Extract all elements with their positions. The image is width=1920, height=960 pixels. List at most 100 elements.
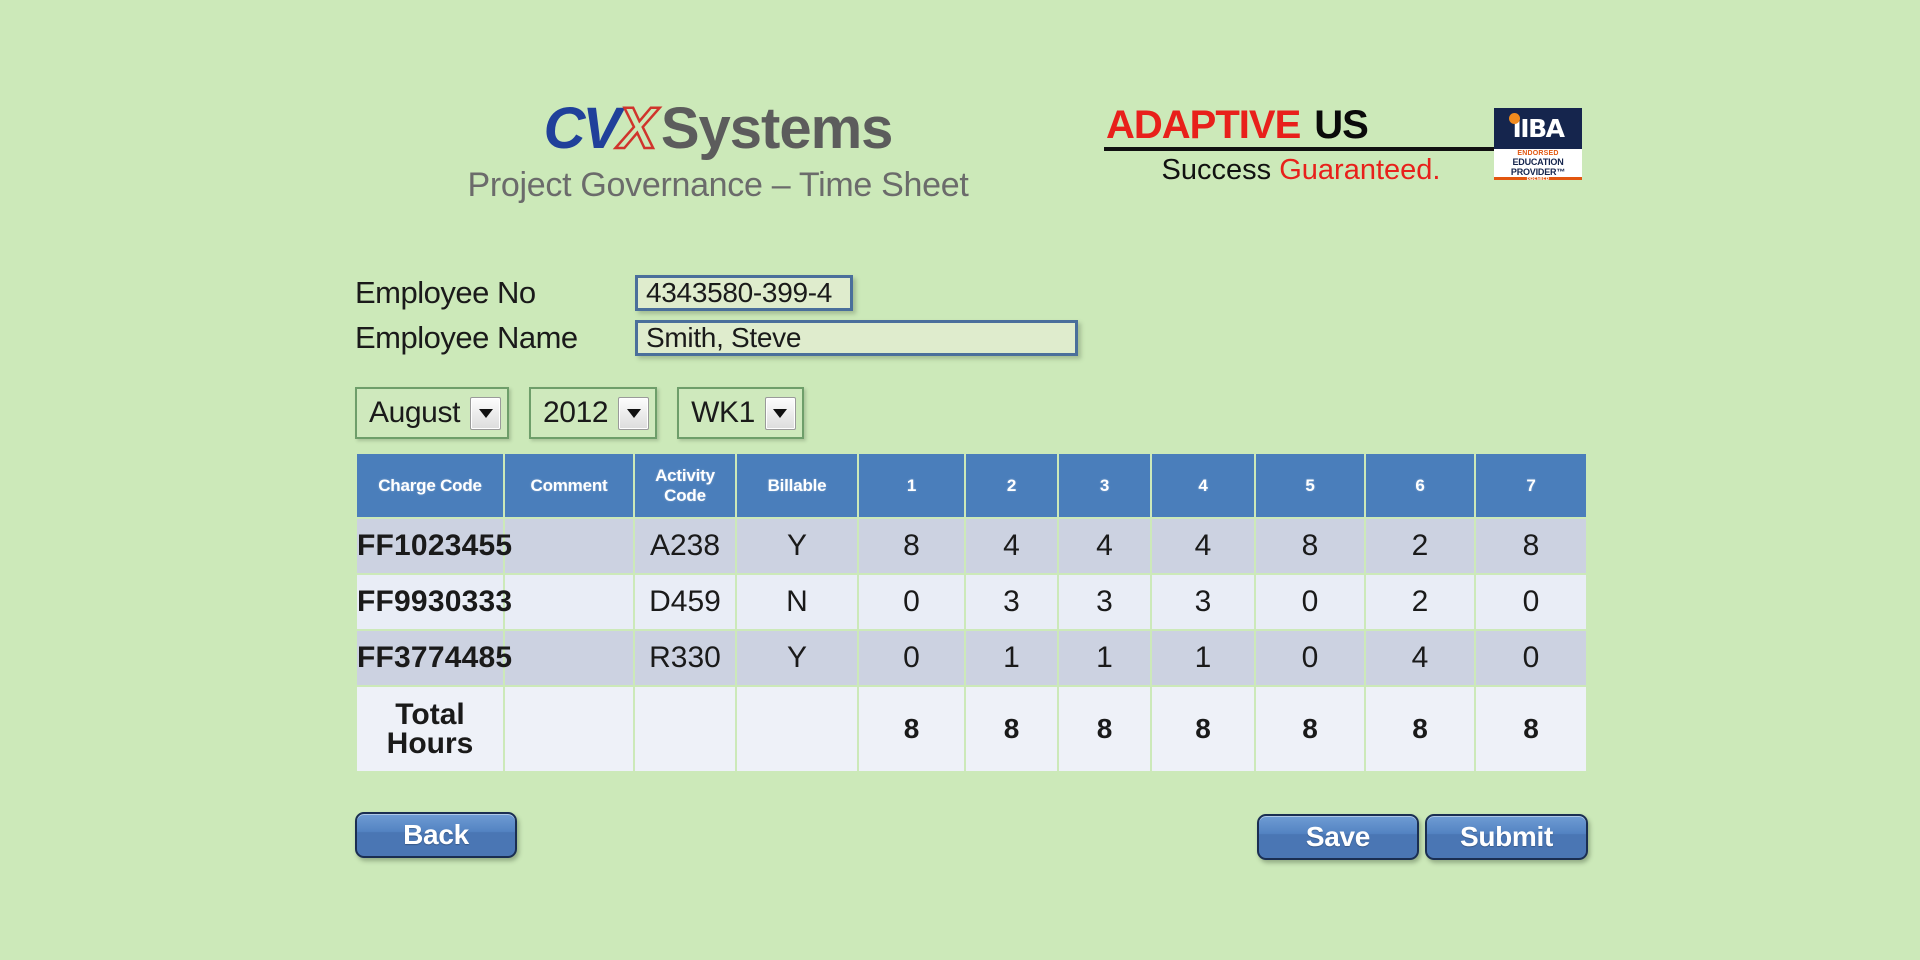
cell-day-6[interactable]: 2 (1366, 519, 1474, 573)
cell-comment[interactable] (505, 519, 633, 573)
back-button[interactable]: Back (355, 812, 517, 858)
total-label-line2: Hours (386, 727, 474, 760)
timesheet-table: Charge Code Comment Activity Code Billab… (355, 452, 1588, 773)
cell-charge-code[interactable]: FF1023455 (357, 519, 512, 573)
cell-day-1[interactable]: 0 (859, 575, 964, 629)
cvx-logo-cv: CV (543, 96, 622, 161)
header-day-4[interactable]: 4 (1152, 454, 1254, 517)
week-select[interactable]: WK1 (677, 387, 804, 439)
total-billable (737, 687, 857, 771)
header-activity-line1: Activity (655, 465, 715, 485)
total-day-4: 8 (1152, 687, 1254, 771)
iiba-provider-text: PROVIDER™ (1510, 166, 1566, 177)
adaptive-divider (1104, 147, 1502, 151)
period-selectors: August 2012 WK1 (355, 387, 804, 439)
week-select-value: WK1 (691, 396, 755, 429)
chevron-down-icon (773, 408, 788, 418)
cell-day-5[interactable]: 8 (1256, 519, 1364, 573)
cell-billable[interactable]: N (737, 575, 857, 629)
cell-billable[interactable]: Y (737, 519, 857, 573)
cell-day-5[interactable]: 0 (1256, 631, 1364, 685)
adaptive-us-logo: ADAPTIVE US Success Guaranteed. (1100, 105, 1520, 187)
header-day-7[interactable]: 7 (1476, 454, 1586, 517)
header-activity-line2: Code (664, 485, 706, 505)
total-day-7: 8 (1476, 687, 1586, 771)
tagline-guaranteed: Guaranteed. (1279, 154, 1441, 186)
cell-day-7[interactable]: 0 (1476, 631, 1586, 685)
cell-day-3[interactable]: 4 (1059, 519, 1150, 573)
cell-day-3[interactable]: 3 (1059, 575, 1150, 629)
cell-day-1[interactable]: 8 (859, 519, 964, 573)
header-billable[interactable]: Billable (737, 454, 857, 517)
employee-name-input[interactable]: Smith, Steve (635, 320, 1078, 356)
employee-no-row: Employee No 4343580-399-4 (355, 275, 853, 311)
cell-comment[interactable] (505, 631, 633, 685)
chevron-down-icon (478, 408, 493, 418)
page-subtitle: Project Governance – Time Sheet (467, 166, 969, 204)
cell-charge-code[interactable]: FF9930333 (357, 575, 512, 629)
header-day-3[interactable]: 3 (1059, 454, 1150, 517)
adaptive-word: ADAPTIVE (1106, 103, 1301, 147)
week-dropdown-button[interactable] (764, 396, 796, 430)
cell-activity-code[interactable]: R330 (635, 631, 735, 685)
header-comment[interactable]: Comment (505, 454, 633, 517)
total-day-2: 8 (966, 687, 1057, 771)
cell-day-2[interactable]: 1 (966, 631, 1057, 685)
cell-charge-code[interactable]: FF3774485 (357, 631, 512, 685)
cell-comment[interactable] (505, 575, 633, 629)
cell-day-4[interactable]: 1 (1152, 631, 1254, 685)
cell-day-2[interactable]: 4 (966, 519, 1057, 573)
iiba-logo-block: IIBA (1494, 108, 1582, 149)
header-day-2[interactable]: 2 (966, 454, 1057, 517)
cell-activity-code[interactable]: A238 (635, 519, 735, 573)
total-activity-code (635, 687, 735, 771)
cell-billable[interactable]: Y (737, 631, 857, 685)
header-day-6[interactable]: 6 (1366, 454, 1474, 517)
employee-name-label: Employee Name (355, 320, 578, 355)
adaptive-us-word: US (1314, 103, 1369, 147)
month-select-value: August (369, 396, 460, 429)
cvx-logo-x: X (617, 96, 658, 161)
cell-day-7[interactable]: 8 (1476, 519, 1586, 573)
header-charge-code[interactable]: Charge Code (357, 454, 503, 517)
cell-day-1[interactable]: 0 (859, 631, 964, 685)
cell-day-2[interactable]: 3 (966, 575, 1057, 629)
table-row: FF1023455 A238 Y 8 4 4 4 8 2 8 (357, 519, 1586, 573)
cell-day-6[interactable]: 2 (1366, 575, 1474, 629)
year-dropdown-button[interactable] (618, 396, 650, 430)
table-header-row: Charge Code Comment Activity Code Billab… (357, 454, 1586, 517)
total-day-1: 8 (859, 687, 964, 771)
header-day-1[interactable]: 1 (859, 454, 964, 517)
iiba-dot-icon (1509, 113, 1520, 124)
cell-activity-code[interactable]: D459 (635, 575, 735, 629)
total-day-3: 8 (1059, 687, 1150, 771)
table-row: FF9930333 D459 N 0 3 3 3 0 2 0 (357, 575, 1586, 629)
adaptive-tagline: Success Guaranteed. (1100, 154, 1520, 187)
header-day-5[interactable]: 5 (1256, 454, 1364, 517)
cvx-logo: CVX Systems Project Governance – Time She… (398, 98, 1038, 205)
cell-day-7[interactable]: 0 (1476, 575, 1586, 629)
year-select[interactable]: 2012 (529, 387, 658, 439)
month-dropdown-button[interactable] (470, 396, 501, 430)
total-comment (505, 687, 633, 771)
cvx-logo-systems: Systems (660, 96, 894, 161)
table-total-row: Total Hours 8 8 8 8 8 8 8 (357, 687, 1586, 771)
month-select[interactable]: August (355, 387, 509, 439)
submit-button[interactable]: Submit (1425, 814, 1588, 860)
cvx-wordmark: CVX Systems (398, 98, 1038, 159)
cell-day-6[interactable]: 4 (1366, 631, 1474, 685)
employee-name-row: Employee Name Smith, Steve (355, 320, 1078, 356)
cell-day-4[interactable]: 4 (1152, 519, 1254, 573)
total-day-5: 8 (1256, 687, 1364, 771)
iiba-letters: IIBA (1512, 114, 1565, 143)
cell-day-3[interactable]: 1 (1059, 631, 1150, 685)
adaptive-wordmark: ADAPTIVE US (1100, 105, 1520, 145)
employee-no-label: Employee No (355, 275, 536, 310)
header-activity-code[interactable]: Activity Code (635, 454, 735, 517)
cell-day-5[interactable]: 0 (1256, 575, 1364, 629)
iiba-endorsed-badge: IIBA ENDORSED EDUCATION PROVIDER™ PREMIE… (1494, 108, 1582, 180)
save-button[interactable]: Save (1257, 814, 1419, 860)
employee-no-input[interactable]: 4343580-399-4 (635, 275, 853, 311)
table-row: FF3774485 R330 Y 0 1 1 1 0 4 0 (357, 631, 1586, 685)
cell-day-4[interactable]: 3 (1152, 575, 1254, 629)
